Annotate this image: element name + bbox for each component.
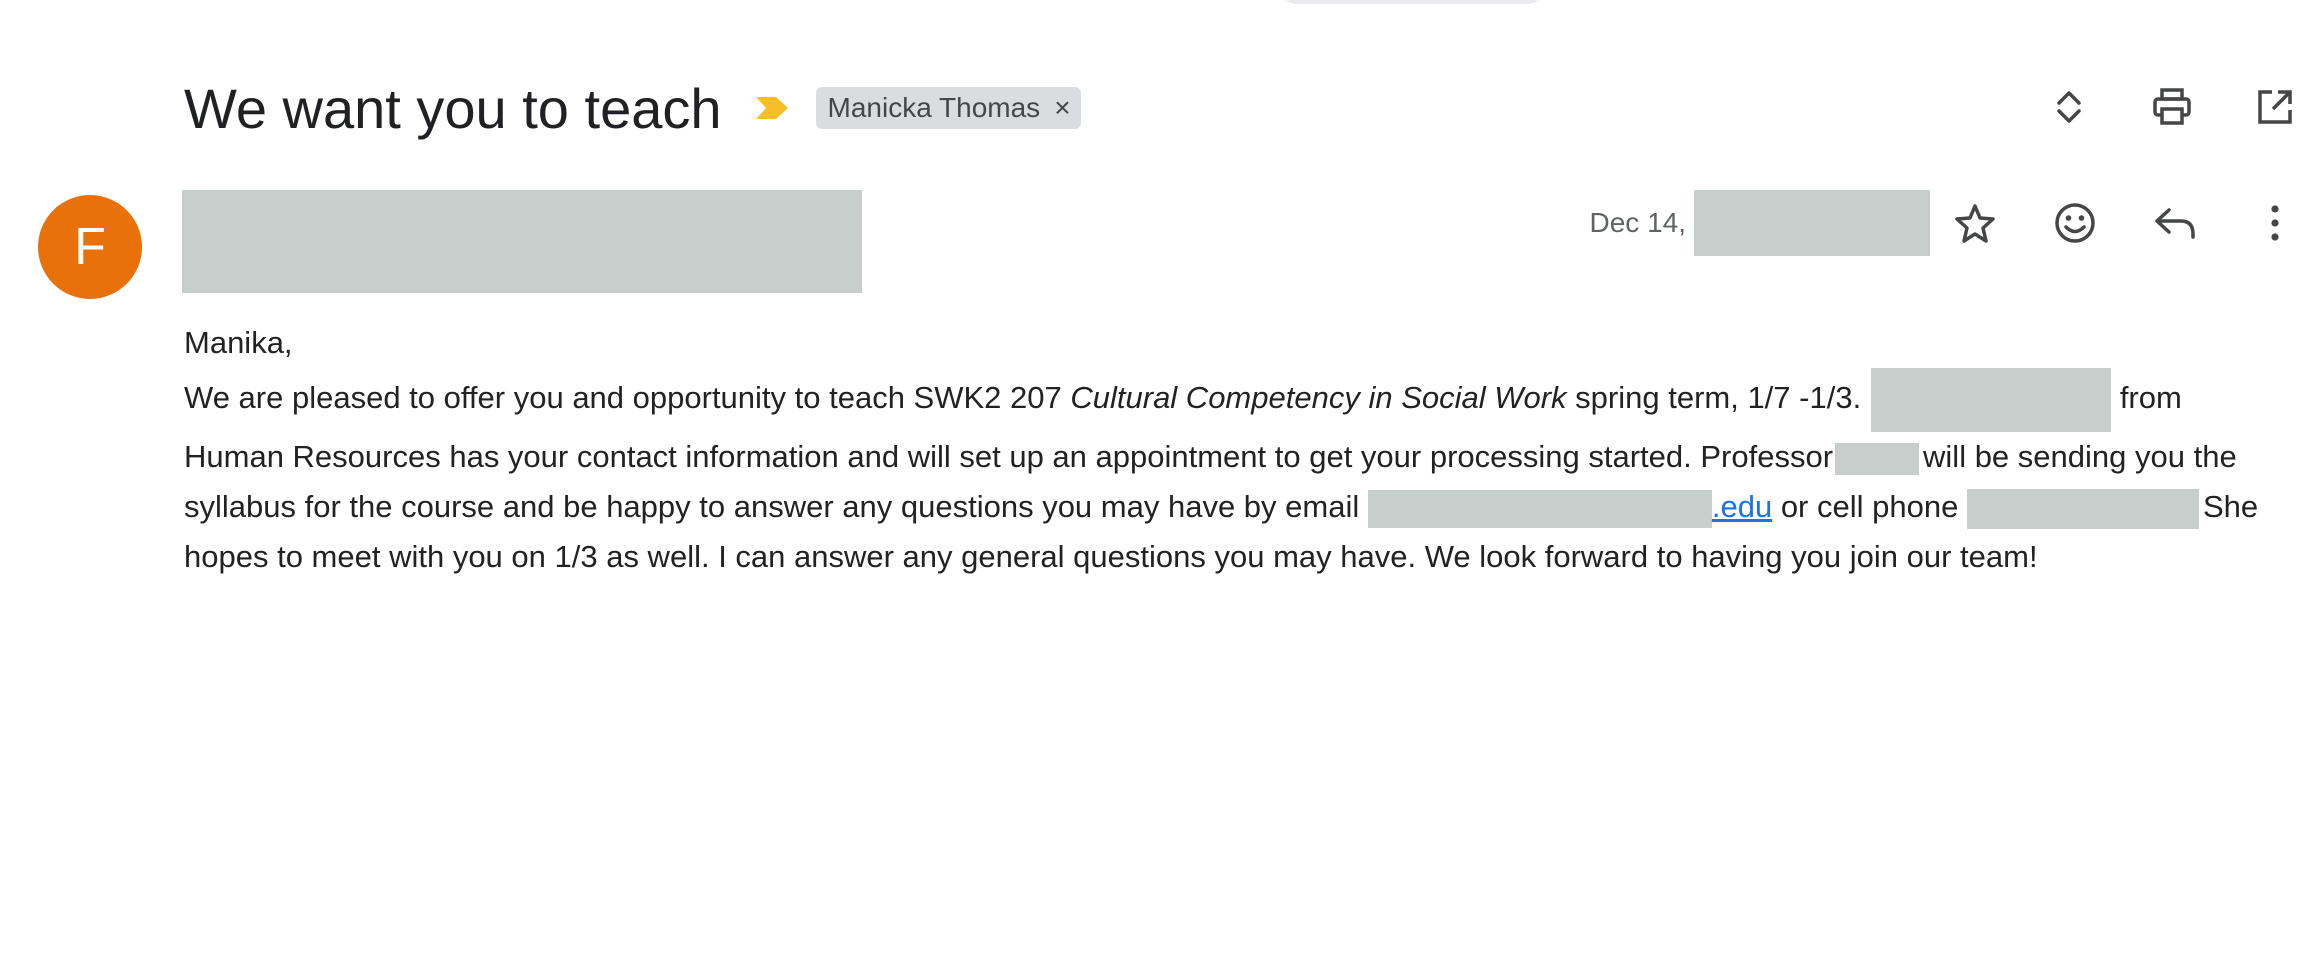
email-address-redacted bbox=[1367, 489, 1712, 528]
body-text: We are pleased to offer you and opportun… bbox=[184, 380, 1071, 416]
more-vert-icon[interactable] bbox=[2250, 198, 2300, 248]
message-body: Manika, We are pleased to offer you and … bbox=[184, 318, 2264, 582]
label-chip-text: Manicka Thomas bbox=[827, 92, 1041, 123]
phone-redacted bbox=[1966, 488, 2199, 529]
subject-row: We want you to teach Manicka Thomas × bbox=[184, 66, 1081, 150]
email-link-suffix[interactable]: .edu bbox=[1712, 489, 1772, 524]
course-title: Cultural Competency in Social Work bbox=[1070, 380, 1567, 416]
emoji-reaction-icon[interactable] bbox=[2050, 198, 2100, 248]
message-date: Dec 14, bbox=[1589, 207, 1687, 238]
thread-actions bbox=[2044, 82, 2300, 132]
email-subject: We want you to teach bbox=[184, 76, 722, 140]
importance-marker-icon[interactable] bbox=[754, 93, 794, 123]
sender-name-redacted bbox=[182, 190, 862, 293]
message-meta: Dec 14, bbox=[1590, 188, 2300, 258]
hr-contact-redacted bbox=[1871, 368, 2112, 432]
body-text: or cell phone bbox=[1772, 489, 1967, 524]
label-chip[interactable]: Manicka Thomas × bbox=[815, 87, 1081, 129]
email-view: We want you to teach Manicka Thomas × F … bbox=[0, 0, 2300, 958]
email-link[interactable]: .edu bbox=[1367, 489, 1772, 528]
open-in-new-window-icon[interactable] bbox=[2250, 82, 2300, 132]
reply-icon[interactable] bbox=[2150, 198, 2200, 248]
date-redacted bbox=[1694, 190, 1930, 256]
print-icon[interactable] bbox=[2147, 82, 2197, 132]
avatar[interactable]: F bbox=[38, 195, 142, 299]
expand-all-icon[interactable] bbox=[2044, 82, 2094, 132]
professor-name-redacted bbox=[1835, 442, 1920, 475]
greeting: Manika, bbox=[184, 325, 293, 360]
close-icon[interactable]: × bbox=[1054, 94, 1070, 122]
star-icon[interactable] bbox=[1950, 198, 2000, 248]
message-paragraph: We are pleased to offer you and opportun… bbox=[184, 368, 2264, 582]
body-text: spring term, 1/7 -1/3. bbox=[1566, 380, 1862, 416]
top-scroll-pill bbox=[1282, 0, 1542, 4]
